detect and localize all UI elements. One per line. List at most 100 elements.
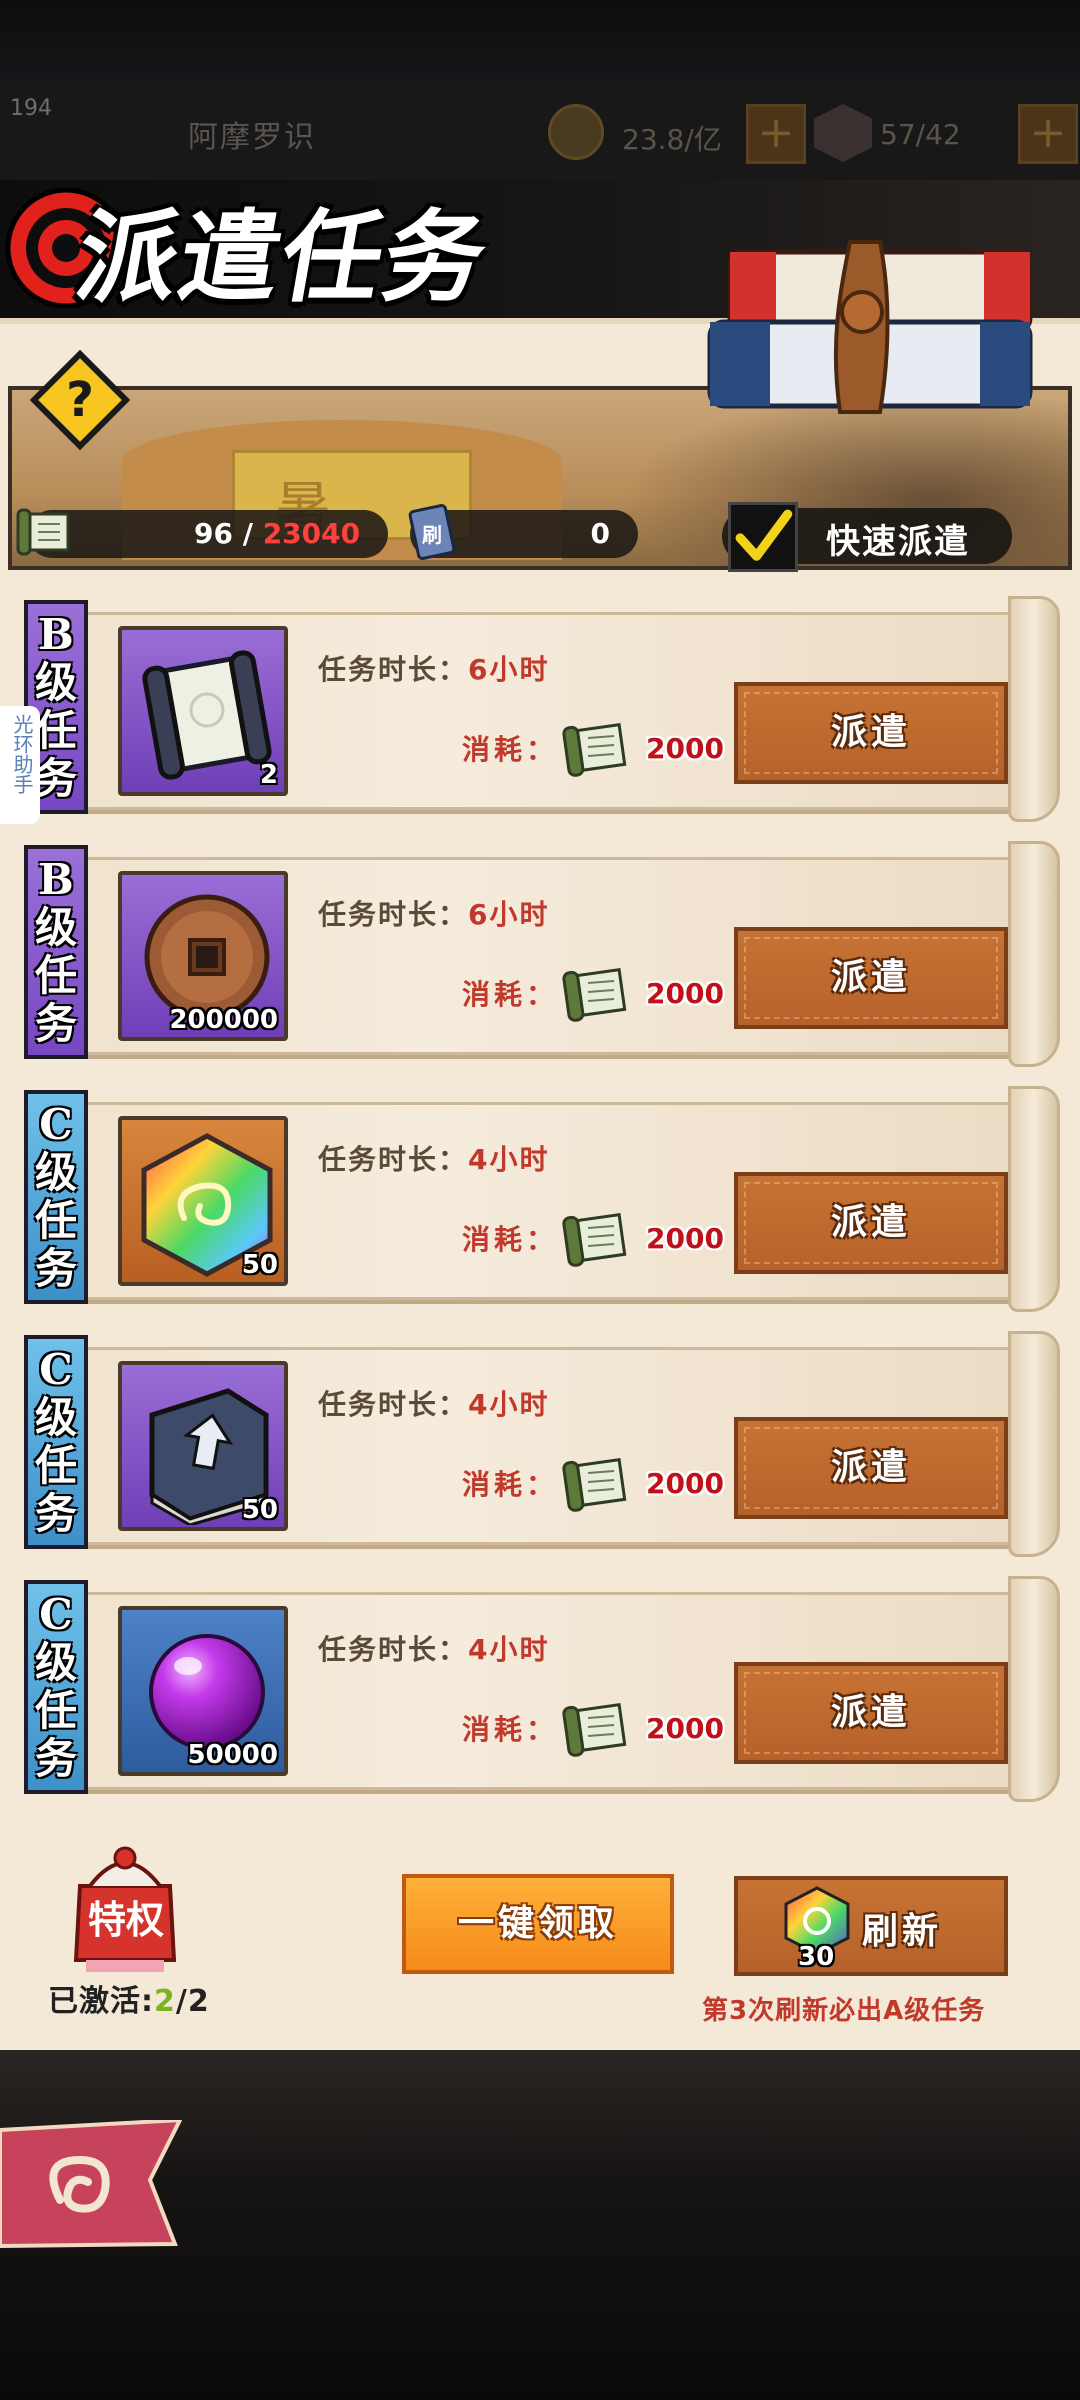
reward-slot[interactable]: 50 (118, 1361, 288, 1531)
grade-char: 级 (34, 903, 77, 952)
coin-amount: 23.8/亿 (622, 123, 722, 156)
reward-slot[interactable]: 50 (118, 1116, 288, 1286)
dispatch-button[interactable]: 派遣 (734, 1417, 1008, 1519)
grade-char: 级 (34, 1148, 77, 1197)
scroll-curl (1008, 1576, 1060, 1802)
grade-char: B (38, 610, 74, 659)
dispatch-button[interactable]: 派遣 (734, 927, 1008, 1029)
grade-char: 级 (34, 1393, 77, 1442)
page-title: 派遣任务 (68, 198, 497, 316)
mission-scroll-icon (16, 508, 70, 556)
duration-label: 任务时长： (318, 1633, 469, 1666)
refresh-token-count: 0 (590, 517, 610, 550)
cost-label: 消耗： (462, 1713, 559, 1746)
reward-quantity: 50 (241, 1495, 278, 1525)
refresh-label: 刷新 (862, 1911, 943, 1952)
reward-quantity: 200000 (169, 1005, 278, 1035)
duration-label: 任务时长： (318, 898, 469, 931)
grade-char: 务 (34, 754, 77, 803)
gem-amount: 57/42 (880, 118, 961, 151)
grade-char: 任 (34, 1196, 77, 1245)
add-gems-button[interactable]: + (1018, 104, 1078, 164)
refresh-token-icon: 刷 (408, 504, 456, 560)
grade-char: 级 (34, 1638, 77, 1687)
mission-card: C 级任务 50 任务时长：4小时消耗： 2000 派遣 (14, 1331, 1060, 1557)
scroll-curl (1008, 596, 1060, 822)
mission-grade-label: C级任务 (24, 1580, 88, 1794)
scroll-curl (1008, 1086, 1060, 1312)
mission-card: C 级任务 50000 任务时长：4小时 消耗： 2000 派遣 (14, 1576, 1060, 1802)
duration-label: 任务时长： (318, 653, 469, 686)
refresh-note: 第3次刷新必出A级任务 (702, 1996, 986, 2026)
helper-side-tab[interactable]: 光环助手 (0, 706, 40, 824)
mission-duration: 任务时长：4小时 (318, 1383, 550, 1423)
grade-char: 任 (34, 706, 77, 755)
duration-value: 4小时 (468, 1633, 550, 1666)
scroll-curl (1008, 1331, 1060, 1557)
claim-all-button[interactable]: 一键领取 (402, 1874, 674, 1974)
duration-value: 4小时 (468, 1143, 550, 1176)
mission-grade-label: C级任务 (24, 1090, 88, 1304)
quick-dispatch-checkbox-icon[interactable] (728, 502, 798, 572)
mission-duration: 任务时长：4小时 (318, 1138, 550, 1178)
grade-char: B (38, 855, 74, 904)
refresh-token-label: 刷 (422, 523, 442, 547)
duration-value: 6小时 (468, 653, 550, 686)
mission-duration: 任务时长：6小时 (318, 893, 550, 933)
mission-card: B 级任务 2 任务时长：6小时消耗： 2000 派遣 (14, 596, 1060, 822)
reward-slot[interactable]: 2 (118, 626, 288, 796)
scroll-curl (1008, 841, 1060, 1067)
privilege-label: 特权 (87, 1897, 164, 1942)
grade-char: 任 (34, 1441, 77, 1490)
duration-label: 任务时长： (318, 1388, 469, 1421)
mission-grade-label: B级任务 (24, 845, 88, 1059)
grade-char: 任 (34, 1686, 77, 1735)
help-icon[interactable]: ? (30, 350, 130, 450)
cost-label: 消耗： (462, 1223, 559, 1256)
svg-text:?: ? (66, 372, 94, 428)
dispatch-button[interactable]: 派遣 (734, 1172, 1008, 1274)
grade-char: C (39, 1345, 73, 1394)
cost-value: 2000 (646, 732, 724, 765)
scroll-bundle-icon (707, 240, 1033, 414)
scroll-resource: 96 / 23040 (16, 508, 388, 558)
grade-char: C (39, 1590, 73, 1639)
duration-value: 4小时 (468, 1388, 550, 1421)
grade-char: 务 (34, 999, 77, 1048)
scroll-count: 96 / 23040 (194, 517, 361, 550)
refresh-token-resource: 刷 0 (408, 504, 638, 560)
cost-label: 消耗： (462, 978, 559, 1011)
grade-char: C (39, 1100, 73, 1149)
grade-char: 任 (34, 951, 77, 1000)
dispatch-mission-screen: 194 阿摩罗识 23.8/亿 + 57/42 + 派遣任务 暑 ? 96 / … (0, 0, 1080, 2400)
reward-quantity: 2 (259, 760, 278, 790)
refresh-cost: 30 (798, 1942, 835, 1972)
player-level: 194 (10, 96, 52, 121)
reward-slot[interactable]: 200000 (118, 871, 288, 1041)
grade-char: 务 (34, 1244, 77, 1293)
mission-card: B 级任务 200000 任务时长：6小时消耗： 2000 派遣 (14, 841, 1060, 1067)
quick-dispatch-label: 快速派遣 (826, 522, 970, 562)
leaf-flag-icon[interactable] (0, 2120, 182, 2250)
cost-value: 2000 (646, 1467, 724, 1500)
grade-char: 务 (34, 1489, 77, 1538)
duration-label: 任务时长： (318, 1143, 469, 1176)
grade-char: 级 (34, 658, 77, 707)
mission-card: C 级任务 50 任务时长：4小时消耗： 2000 派遣 (14, 1086, 1060, 1312)
cost-label: 消耗： (462, 733, 559, 766)
reward-quantity: 50 (241, 1250, 278, 1280)
activated-count: 已激活:2/2 (48, 1984, 210, 2019)
reward-slot[interactable]: 50000 (118, 1606, 288, 1776)
dispatch-button[interactable]: 派遣 (734, 682, 1008, 784)
mission-panel: 暑 ? 96 / 23040 刷 0 快速派遣 B 级 任 务 2 任务时长：6… (0, 240, 1080, 2050)
add-coins-button[interactable]: + (746, 104, 806, 164)
dispatch-button[interactable]: 派遣 (734, 1662, 1008, 1764)
cost-value: 2000 (646, 1222, 724, 1255)
coin-icon (548, 104, 604, 160)
cost-label: 消耗： (462, 1468, 559, 1501)
cost-value: 2000 (646, 977, 724, 1010)
mission-duration: 任务时长：4小时 (318, 1628, 550, 1668)
mission-duration: 任务时长：6小时 (318, 648, 550, 688)
grade-char: 务 (34, 1734, 77, 1783)
duration-value: 6小时 (468, 898, 550, 931)
